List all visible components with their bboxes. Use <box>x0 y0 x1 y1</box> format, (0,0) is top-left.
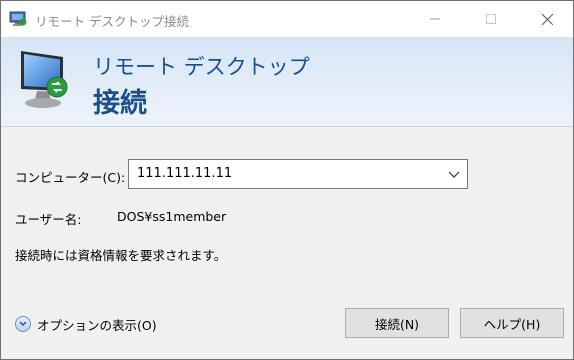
close-button[interactable] <box>524 1 570 37</box>
banner-title-line2: 接続 <box>93 88 147 119</box>
header-banner: リモート デスクトップ 接続 <box>1 37 573 127</box>
maximize-button[interactable] <box>468 1 514 37</box>
show-options-label[interactable]: オプションの表示(O) <box>37 315 157 334</box>
remote-desktop-app-icon <box>9 11 27 26</box>
maximize-icon <box>486 14 496 24</box>
computer-combobox[interactable]: 111.111.11.11 <box>128 159 468 189</box>
minimize-icon <box>430 18 440 20</box>
remote-desktop-dialog: リモート デスクトップ接続 リモート デスクトップ 接続 コンピューター(C):… <box>0 0 574 360</box>
minimize-button[interactable] <box>412 1 458 37</box>
credentials-note: 接続時には資格情報を要求されます。 <box>15 248 227 263</box>
connect-button[interactable]: 接続(N) <box>345 308 449 338</box>
title-bar[interactable]: リモート デスクトップ接続 <box>1 1 573 37</box>
close-icon <box>541 13 553 25</box>
banner-title-line1: リモート デスクトップ <box>93 55 310 79</box>
expand-circle-icon[interactable] <box>15 316 31 332</box>
remote-desktop-monitor-icon <box>21 51 68 108</box>
username-value: DOS¥ss1member <box>117 209 227 224</box>
chevron-down-icon <box>19 321 27 326</box>
help-button[interactable]: ヘルプ(H) <box>460 308 564 338</box>
computer-input[interactable]: 111.111.11.11 <box>137 166 232 181</box>
chevron-down-icon[interactable] <box>447 168 461 180</box>
username-label: ユーザー名: <box>15 212 82 227</box>
show-options-toggle[interactable]: オプションの表示(O) <box>15 314 157 334</box>
computer-label: コンピューター(C): <box>15 170 126 185</box>
window-title: リモート デスクトップ接続 <box>35 14 189 29</box>
